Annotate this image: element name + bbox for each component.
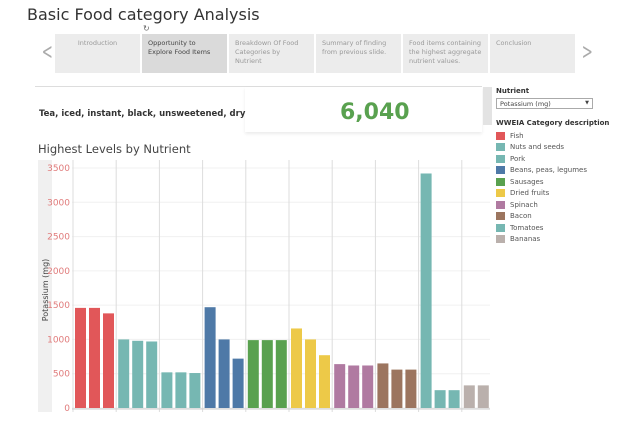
legend-label: Fish [510, 131, 524, 140]
legend-item[interactable]: Sausages [496, 176, 636, 188]
bar-spinach [348, 365, 360, 408]
bar-pork [161, 372, 173, 408]
refresh-icon[interactable]: ↻ [143, 24, 150, 33]
filter-label: Nutrient [496, 87, 530, 95]
legend-swatch [496, 223, 505, 232]
bar-fish [89, 307, 100, 408]
chart-title: Highest Levels by Nutrient [38, 142, 191, 156]
bar-sausages [275, 340, 287, 408]
bar-spinach [362, 365, 374, 408]
y-tick-label: 2000 [47, 267, 70, 277]
kpi-panel: Tea, iced, instant, black, unsweetened, … [35, 86, 482, 141]
legend-swatch [496, 131, 505, 140]
legend-label: Bananas [510, 235, 541, 244]
y-tick-label: 2500 [47, 233, 70, 243]
y-tick-label: 3000 [47, 198, 70, 208]
bar-pork [175, 372, 187, 408]
nutrient-dropdown[interactable]: Potassium (mg) ▼ [496, 98, 593, 109]
legend-swatch [496, 177, 505, 186]
scrollbar[interactable] [483, 87, 492, 125]
bar-tomatoes [434, 390, 446, 408]
bar-tomatoes [448, 390, 460, 408]
legend-swatch [496, 143, 505, 152]
bar-beans-peas-legumes [232, 358, 244, 408]
legend-swatch [496, 212, 505, 221]
legend-label: Tomatoes [510, 223, 544, 232]
legend-item[interactable]: Bacon [496, 211, 636, 223]
bar-bacon [405, 369, 417, 408]
legend-label: Dried fruits [510, 189, 550, 198]
chevron-down-icon: ▼ [585, 100, 589, 106]
legend-item[interactable]: Fish [496, 130, 636, 142]
story-point-summary[interactable]: Summary of finding from previous slide. [316, 34, 401, 73]
legend-label: Spinach [510, 200, 538, 209]
previous-arrow-icon[interactable]: < [42, 40, 53, 65]
legend-swatch [496, 235, 505, 244]
legend-swatch [496, 189, 505, 198]
bar-nuts-and-seeds [146, 341, 158, 408]
dashboard-title: Basic Food category Analysis [27, 5, 260, 24]
bar-sausages [247, 340, 259, 408]
legend-item[interactable]: Dried fruits [496, 188, 636, 200]
legend-label: Beans, peas, legumes [510, 166, 587, 175]
legend-item[interactable]: Nuts and seeds [496, 142, 636, 154]
bar-spinach [334, 364, 346, 408]
bar-sausages [261, 340, 273, 408]
y-tick-label: 1000 [47, 335, 70, 345]
story-point-opportunity[interactable]: Opportunity to Explore Food Items [142, 34, 227, 73]
bar-bananas [463, 385, 475, 408]
bar-bacon [391, 369, 403, 408]
y-tick-label: 500 [53, 370, 70, 380]
kpi-value: 6,040 [340, 100, 410, 125]
next-arrow-icon[interactable]: > [582, 40, 593, 65]
story-point-breakdown[interactable]: Breakdown Of Food Categories by Nutrient [229, 34, 314, 73]
bar-beans-peas-legumes [218, 339, 230, 408]
kpi-item-name: Tea, iced, instant, black, unsweetened, … [39, 109, 246, 119]
y-axis-label: Potassium (mg) [41, 259, 50, 322]
bar-bananas [477, 385, 489, 408]
bar-dried-fruits [291, 328, 302, 408]
legend-item[interactable]: Beans, peas, legumes [496, 165, 636, 177]
legend-item[interactable]: Pork [496, 153, 636, 165]
legend-item[interactable]: Tomatoes [496, 222, 636, 234]
bar-fish [103, 313, 114, 408]
y-tick-label: 1500 [47, 301, 70, 311]
side-panel: Nutrient Potassium (mg) ▼ WWEIA Category … [496, 87, 636, 245]
legend-swatch [496, 166, 505, 175]
story-point-introduction[interactable]: Introduction [55, 34, 140, 73]
bar-tomatoes [420, 173, 432, 408]
y-tick-label: 3500 [47, 164, 70, 174]
bar-fish [75, 307, 86, 408]
legend-swatch [496, 154, 505, 163]
bar-pork [189, 373, 201, 408]
bar-dried-fruits [319, 355, 330, 408]
legend-label: Sausages [510, 177, 544, 186]
legend-swatch [496, 200, 505, 209]
legend: Fish Nuts and seeds Pork Beans, peas, legum… [496, 130, 636, 245]
bar-beans-peas-legumes [204, 307, 216, 408]
story-navigator: Introduction Opportunity to Explore Food… [55, 34, 575, 73]
legend-item[interactable]: Bananas [496, 234, 636, 246]
nutrient-selected: Potassium (mg) [500, 100, 551, 108]
bar-chart: 0 500 1000 1500 2000 2500 3000 3500 Potassium (m… [38, 160, 490, 414]
legend-item[interactable]: Spinach [496, 199, 636, 211]
legend-title: WWEIA Category description [496, 119, 610, 127]
legend-label: Pork [510, 154, 526, 163]
legend-label: Bacon [510, 212, 532, 221]
legend-label: Nuts and seeds [510, 143, 565, 152]
bar-nuts-and-seeds [118, 339, 130, 408]
bar-bacon [377, 363, 389, 408]
story-point-conclusion[interactable]: Conclusion [490, 34, 575, 73]
bar-nuts-and-seeds [132, 340, 144, 408]
y-tick-label: 0 [64, 404, 70, 414]
bar-dried-fruits [305, 339, 316, 408]
story-point-food-items[interactable]: Food items containing the highest aggreg… [403, 34, 488, 73]
